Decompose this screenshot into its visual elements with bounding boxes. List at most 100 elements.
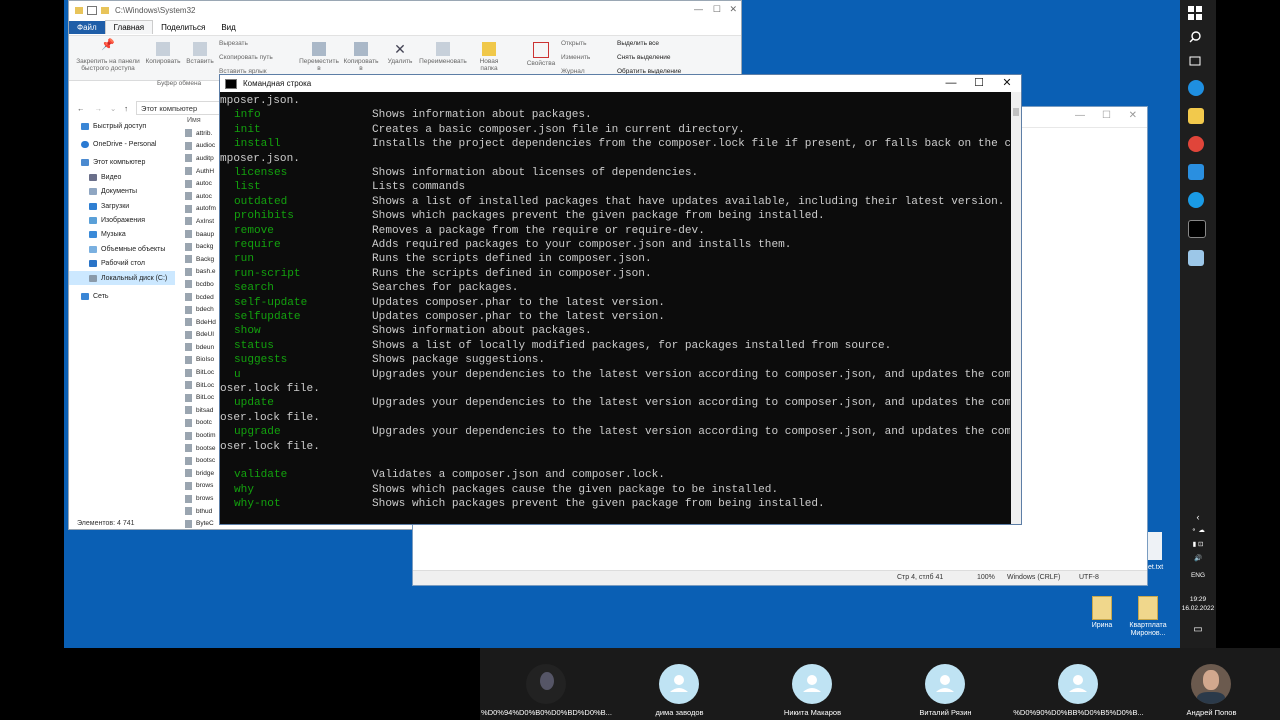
file-list-item[interactable]: bridge <box>185 467 221 480</box>
nav-onedrive[interactable]: OneDrive - Personal <box>69 137 175 151</box>
recent-icon[interactable]: ⌄ <box>110 104 116 113</box>
back-icon[interactable]: ← <box>77 104 85 113</box>
file-list-item[interactable]: BdeHd <box>185 316 221 329</box>
notification-icon[interactable]: ▭ <box>1180 624 1216 635</box>
select-all-button[interactable]: Выделить все <box>617 40 659 47</box>
cmd-scrollbar[interactable] <box>1011 92 1021 524</box>
file-list-item[interactable]: BitLoc <box>185 379 221 392</box>
file-list-item[interactable]: ByteC <box>185 517 221 530</box>
maximize-button[interactable]: ☐ <box>713 4 721 15</box>
file-list-item[interactable]: bootse <box>185 442 221 455</box>
close-button[interactable]: ✕ <box>729 4 737 15</box>
tray-icons-2[interactable]: ▮ ⊡ <box>1180 540 1216 548</box>
file-list-item[interactable]: autoc <box>185 177 221 190</box>
file-list-item[interactable]: bitsad <box>185 404 221 417</box>
file-list-item[interactable]: backg <box>185 240 221 253</box>
file-list-item[interactable]: autofm <box>185 203 221 216</box>
file-list-item[interactable]: bootc <box>185 417 221 430</box>
file-list-item[interactable]: bdeun <box>185 341 221 354</box>
desktop-icon-kvartplata[interactable]: Квартплата Миронов... <box>1127 596 1169 638</box>
file-list-item[interactable]: brows <box>185 480 221 493</box>
participant-tile[interactable]: Виталий Рязин <box>879 648 1012 720</box>
notepad-taskbar-icon[interactable] <box>1188 250 1204 266</box>
chrome-icon[interactable] <box>1188 136 1204 152</box>
cmd-minimize-button[interactable]: — <box>937 75 965 92</box>
tray-icons-1[interactable]: ⚬ ☁ <box>1180 526 1216 534</box>
tab-home[interactable]: Главная <box>104 20 154 34</box>
file-list-item[interactable]: AxInst <box>185 215 221 228</box>
nav-desktop[interactable]: Рабочий стол <box>69 257 175 271</box>
nav-documents[interactable]: Документы <box>69 185 175 199</box>
file-list-item[interactable]: bdech <box>185 303 221 316</box>
nav-this-pc[interactable]: Этот компьютер <box>69 156 175 170</box>
file-list-item[interactable]: bcdbo <box>185 278 221 291</box>
cmd-close-button[interactable]: ✕ <box>993 75 1021 92</box>
cmd-scrollbar-thumb[interactable] <box>1013 108 1019 116</box>
nav-downloads[interactable]: Загрузки <box>69 199 175 213</box>
terminal-output[interactable]: mposer.json. info Shows information about … <box>220 92 1010 524</box>
participant-tile[interactable]: Андрей Попов <box>1145 648 1278 720</box>
nav-pictures[interactable]: Изображения <box>69 213 175 227</box>
chevron-up-icon[interactable]: ‹ <box>1180 512 1216 522</box>
file-list-item[interactable]: bootsc <box>185 454 221 467</box>
participant-tile[interactable]: дима заводов <box>613 648 746 720</box>
file-list-item[interactable]: audioc <box>185 140 221 153</box>
file-list-item[interactable]: bootim <box>185 429 221 442</box>
file-list-item[interactable]: brows <box>185 492 221 505</box>
rename-button[interactable]: Переименовать <box>415 42 471 65</box>
new-folder-button[interactable]: Новая папка <box>473 42 505 72</box>
tab-share[interactable]: Поделиться <box>153 21 213 34</box>
file-list-item[interactable]: BioIso <box>185 354 221 367</box>
delete-button[interactable]: ✕ Удалить <box>385 42 415 65</box>
pin-quick-access-button[interactable]: 📌 Закрепить на панели быстрого доступа <box>73 40 143 73</box>
cut-button[interactable]: Вырезать <box>219 40 248 47</box>
notepad-maximize-button[interactable]: ☐ <box>1102 110 1111 121</box>
file-list-item[interactable]: AuthH <box>185 165 221 178</box>
cmd-taskbar-icon[interactable] <box>1188 220 1206 238</box>
new-folder-quick-icon[interactable] <box>101 6 109 14</box>
clock-date[interactable]: 16.02.2022 <box>1180 605 1216 612</box>
file-list-item[interactable]: BdeUI <box>185 329 221 342</box>
file-explorer-icon[interactable] <box>1188 108 1204 124</box>
notepad-close-button[interactable]: ✕ <box>1129 110 1137 121</box>
copy-path-button[interactable]: Скопировать путь <box>219 54 273 61</box>
clock-time[interactable]: 19:29 <box>1180 596 1216 603</box>
column-header-name[interactable]: Имя <box>187 117 201 124</box>
file-list-item[interactable]: BitLoc <box>185 366 221 379</box>
desktop-icon-irina[interactable]: Ирина <box>1081 596 1123 630</box>
file-list-item[interactable]: bash.e <box>185 266 221 279</box>
task-view-icon[interactable] <box>1188 54 1204 70</box>
edit-button[interactable]: Изменить <box>561 54 590 61</box>
search-icon[interactable] <box>1188 30 1204 46</box>
file-list-item[interactable]: autoc <box>185 190 221 203</box>
tab-view[interactable]: Вид <box>213 21 243 34</box>
participant-tile[interactable]: Никита Макаров <box>746 648 879 720</box>
nav-3d-objects[interactable]: Объемные объекты <box>69 242 175 256</box>
open-button[interactable]: Открыть <box>561 40 587 47</box>
copy-to-button[interactable]: Копировать в <box>341 42 381 72</box>
nav-local-disk[interactable]: Локальный диск (C:) <box>69 270 175 286</box>
nav-quick-access[interactable]: Быстрый доступ <box>69 119 175 133</box>
file-list-item[interactable]: auditp <box>185 152 221 165</box>
select-none-button[interactable]: Снять выделение <box>617 54 671 61</box>
tab-file[interactable]: Файл <box>69 20 105 34</box>
minimize-button[interactable]: — <box>694 4 703 14</box>
properties-button[interactable]: Свойства <box>525 42 557 67</box>
up-icon[interactable]: ↑ <box>124 104 128 113</box>
language-indicator[interactable]: ENG <box>1180 572 1216 579</box>
paste-button[interactable]: Вставить <box>183 42 217 65</box>
file-list-item[interactable]: Backg <box>185 253 221 266</box>
vscode-icon[interactable] <box>1188 164 1204 180</box>
copy-button[interactable]: Копировать <box>145 42 181 65</box>
move-to-button[interactable]: Переместить в <box>297 42 341 72</box>
notepad-minimize-button[interactable]: — <box>1075 110 1085 121</box>
desktop-file-partial-icon[interactable] <box>1148 532 1162 560</box>
file-list-item[interactable]: BitLoc <box>185 391 221 404</box>
nav-network[interactable]: Сеть <box>69 289 175 303</box>
participant-tile[interactable]: %D0%90%D0%BB%D0%B5%D0%B... <box>1012 648 1145 720</box>
participant-tile[interactable]: %D0%94%D0%B0%D0%BD%D0%B... <box>480 648 613 720</box>
forward-icon[interactable]: → <box>95 104 103 113</box>
tray-icons-3[interactable]: 🔊 <box>1180 554 1216 562</box>
file-list-item[interactable]: bthud <box>185 505 221 518</box>
nav-video[interactable]: Видео <box>69 170 175 184</box>
